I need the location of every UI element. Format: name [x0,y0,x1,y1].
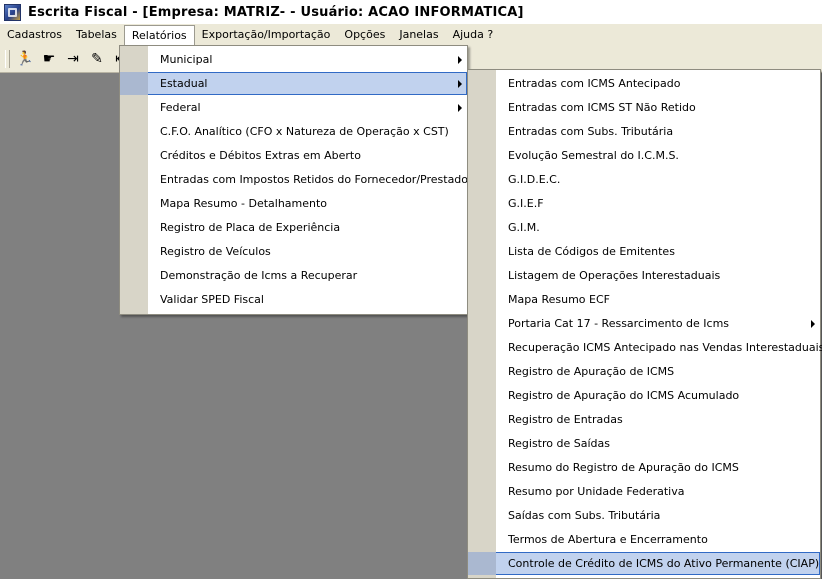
menu-item-label: Registro de Apuração de ICMS [508,365,675,378]
menu-item-evolucao-semestral-do-i-c-m-s[interactable]: Evolução Semestral do I.C.M.S. [468,144,820,167]
menu-item-label: Resumo por Unidade Federativa [508,485,685,498]
menu-janelas[interactable]: Janelas [392,25,445,45]
menu-item-termos-de-abertura-e-encerramento[interactable]: Termos de Abertura e Encerramento [468,528,820,551]
menu-item-label: Entradas com ICMS Antecipado [508,77,681,90]
menu-item-g-i-e-f[interactable]: G.I.E.F [468,192,820,215]
menu-item-registro-de-saidas[interactable]: Registro de Saídas [468,432,820,455]
menu-item-label: G.I.M. [508,221,540,234]
menu-item-recuperacao-icms-antecipado-nas-vendas-interestaduais[interactable]: Recuperação ICMS Antecipado nas Vendas I… [468,336,822,359]
pencil-icon[interactable]: ✎ [86,48,108,70]
menu-item-c-f-o-analitico-cfo-x-natureza-de-operacao-x-cst[interactable]: C.F.O. Analítico (CFO x Natureza de Oper… [120,120,467,143]
menu-cadastros[interactable]: Cadastros [0,25,69,45]
submenu-arrow-icon [811,320,815,328]
menu-item-mapa-resumo-ecf[interactable]: Mapa Resumo ECF [468,288,820,311]
menu-item-label: Resumo do Registro de Apuração do ICMS [508,461,739,474]
menu-item-label: Registro de Saídas [508,437,610,450]
menu-item-label: Portaria Cat 17 - Ressarcimento de Icms [508,317,730,330]
menu-item-entradas-com-subs-tributaria[interactable]: Entradas com Subs. Tributária [468,120,820,143]
menu-item-listagem-de-operacoes-interestaduais[interactable]: Listagem de Operações Interestaduais [468,264,820,287]
menu-item-label: Federal [160,101,201,114]
hand-icon[interactable]: ☛ [38,48,60,70]
menu-item-label: Municipal [160,53,213,66]
menu-item-label: Registro de Apuração do ICMS Acumulado [508,389,740,402]
menu-item-saidas-com-subs-tributaria[interactable]: Saídas com Subs. Tributária [468,504,820,527]
submenu-arrow-icon [458,104,462,112]
menu-item-label: Listagem de Operações Interestaduais [508,269,721,282]
menu-item-label: C.F.O. Analítico (CFO x Natureza de Oper… [160,125,449,138]
menu-item-lista-de-codigos-de-emitentes[interactable]: Lista de Códigos de Emitentes [468,240,820,263]
menu-item-label: Recuperação ICMS Antecipado nas Vendas I… [508,341,822,354]
window-title: Escrita Fiscal - [Empresa: MATRIZ- - Usu… [28,4,524,20]
menu-item-label: G.I.D.E.C. [508,173,561,186]
menu-item-estadual[interactable]: Estadual [120,72,467,95]
submenu-arrow-icon [458,56,462,64]
menu-item-label: Termos de Abertura e Encerramento [508,533,708,546]
menu-item-entradas-com-icms-antecipado[interactable]: Entradas com ICMS Antecipado [468,72,820,95]
menu-item-label: Controle de Crédito de ICMS do Ativo Per… [508,557,820,570]
running-man-icon[interactable]: 🏃 [14,48,36,70]
menu-item-label: Demonstração de Icms a Recuperar [160,269,358,282]
menu-item-portaria-cat-17-ressarcimento-de-icms[interactable]: Portaria Cat 17 - Ressarcimento de Icms [468,312,820,335]
menu-item-label: Mapa Resumo ECF [508,293,610,306]
menu-bar: Cadastros Tabelas Relatórios Exportação/… [0,24,822,46]
menu-item-registro-de-veiculos[interactable]: Registro de Veículos [120,240,467,263]
menu-item-validar-sped-fiscal[interactable]: Validar SPED Fiscal [120,288,467,311]
menu-item-label: Registro de Entradas [508,413,623,426]
app-icon[interactable] [4,3,21,21]
menu-item-label: Registro de Placa de Experiência [160,221,341,234]
menu-ajuda[interactable]: Ajuda ? [446,25,501,45]
menu-item-label: Entradas com Impostos Retidos do Fornece… [160,173,473,186]
toolbar-grip[interactable] [5,50,10,68]
menu-item-federal[interactable]: Federal [120,96,467,119]
menu-item-resumo-por-unidade-federativa[interactable]: Resumo por Unidade Federativa [468,480,820,503]
menu-tabelas[interactable]: Tabelas [69,25,124,45]
menu-item-label: G.I.E.F [508,197,544,210]
menu-item-label: Evolução Semestral do I.C.M.S. [508,149,679,162]
menu-item-label: Créditos e Débitos Extras em Aberto [160,149,361,162]
menu-item-registro-de-entradas[interactable]: Registro de Entradas [468,408,820,431]
submenu-arrow-icon [458,80,462,88]
estadual-submenu: Entradas com ICMS Antecipado Entradas com… [467,69,822,579]
menu-item-g-i-m[interactable]: G.I.M. [468,216,820,239]
door-exit-icon[interactable]: ⇥ [62,48,84,70]
menu-item-municipal[interactable]: Municipal [120,48,467,71]
menu-exportacao-importacao[interactable]: Exportação/Importação [195,25,338,45]
menu-item-label: Registro de Veículos [160,245,271,258]
menu-item-label: Entradas com Subs. Tributária [508,125,674,138]
menu-item-controle-de-credito-de-icms-do-ativo-permanente-ciap[interactable]: Controle de Crédito de ICMS do Ativo Per… [468,552,820,575]
menu-item-label: Validar SPED Fiscal [160,293,264,306]
menu-item-label: Estadual [160,77,208,90]
menu-item-entradas-com-icms-st-nao-retido[interactable]: Entradas com ICMS ST Não Retido [468,96,820,119]
menu-relatorios[interactable]: Relatórios [123,25,195,45]
menu-item-mapa-resumo-detalhamento[interactable]: Mapa Resumo - Detalhamento [120,192,467,215]
menu-item-label: Mapa Resumo - Detalhamento [160,197,328,210]
menu-item-registro-de-apuracao-de-icms[interactable]: Registro de Apuração de ICMS [468,360,820,383]
menu-opcoes[interactable]: Opções [337,25,392,45]
title-bar: Escrita Fiscal - [Empresa: MATRIZ- - Usu… [0,0,822,25]
menu-item-label: Entradas com ICMS ST Não Retido [508,101,696,114]
menu-item-creditos-e-debitos-extras-em-aberto[interactable]: Créditos e Débitos Extras em Aberto [120,144,467,167]
menu-item-entradas-com-impostos-retidos-do-fornecedor-prestador[interactable]: Entradas com Impostos Retidos do Fornece… [120,168,473,191]
highlight-gutter [468,552,496,575]
menu-item-registro-de-placa-de-experiencia[interactable]: Registro de Placa de Experiência [120,216,467,239]
relatorios-dropdown: Municipal Estadual Federal C.F.O. Analítico… [119,45,473,315]
menu-item-label: Saídas com Subs. Tributária [508,509,661,522]
menu-item-demonstracao-de-icms-a-recuperar[interactable]: Demonstração de Icms a Recuperar [120,264,467,287]
menu-item-g-i-d-e-c[interactable]: G.I.D.E.C. [468,168,820,191]
menu-item-resumo-do-registro-de-apuracao-do-icms[interactable]: Resumo do Registro de Apuração do ICMS [468,456,820,479]
menu-item-label: Lista de Códigos de Emitentes [508,245,675,258]
menu-item-registro-de-apuracao-do-icms-acumulado[interactable]: Registro de Apuração do ICMS Acumulado [468,384,820,407]
highlight-gutter [120,72,148,95]
